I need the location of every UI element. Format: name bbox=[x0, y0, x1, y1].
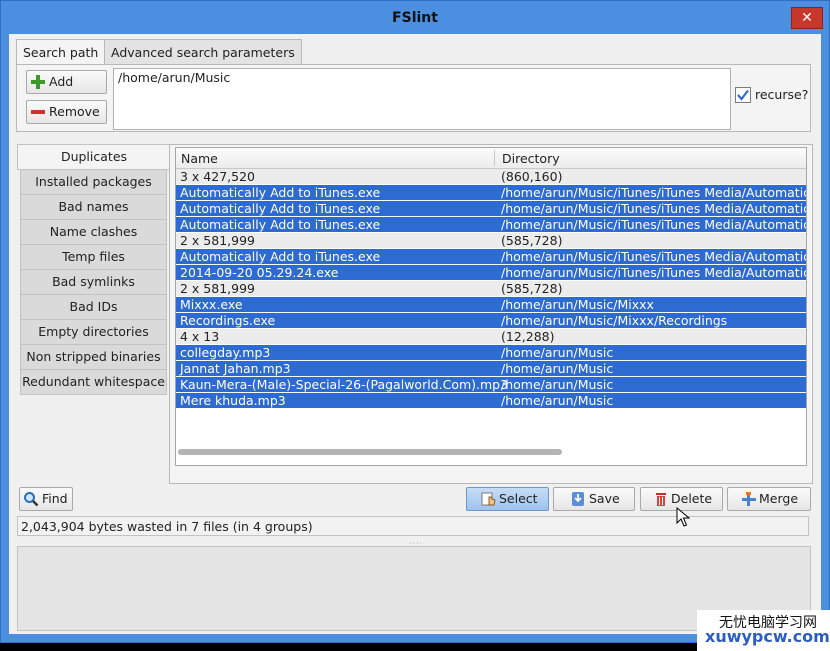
remove-button[interactable]: Remove bbox=[26, 100, 107, 124]
table-row[interactable]: Automatically Add to iTunes.exe/home/aru… bbox=[176, 217, 806, 232]
row-directory: /home/arun/Music/iTunes/iTunes Media/Aut… bbox=[501, 249, 806, 264]
mouse-pointer-icon bbox=[676, 507, 690, 527]
row-name: Automatically Add to iTunes.exe bbox=[180, 185, 381, 200]
fslint-window: FSlint ✕ Search path Advanced search par… bbox=[0, 0, 830, 643]
side-tab-bad-ids[interactable]: Bad IDs bbox=[20, 294, 167, 320]
row-directory: (585,728) bbox=[501, 281, 563, 296]
row-name: collegday.mp3 bbox=[180, 345, 271, 360]
row-name: Recordings.exe bbox=[180, 313, 276, 328]
horizontal-scrollbar[interactable] bbox=[178, 449, 562, 455]
side-tab-name-clashes[interactable]: Name clashes bbox=[20, 219, 167, 245]
row-directory: /home/arun/Music bbox=[501, 393, 614, 408]
recurse-label: recurse? bbox=[755, 87, 809, 102]
row-directory: (12,288) bbox=[501, 329, 555, 344]
row-directory: (860,160) bbox=[501, 169, 563, 184]
table-row[interactable]: Automatically Add to iTunes.exe/home/aru… bbox=[176, 201, 806, 216]
row-directory: (585,728) bbox=[501, 233, 563, 248]
add-button[interactable]: Add bbox=[26, 70, 107, 94]
log-area[interactable] bbox=[17, 546, 811, 631]
trash-icon bbox=[656, 493, 666, 506]
save-button[interactable]: Save bbox=[553, 487, 635, 511]
table-row[interactable]: Mere khuda.mp3/home/arun/Music bbox=[176, 393, 806, 408]
row-directory: /home/arun/Music/Mixxx bbox=[501, 297, 654, 312]
row-name: Automatically Add to iTunes.exe bbox=[180, 201, 381, 216]
merge-button[interactable]: Merge bbox=[727, 487, 811, 511]
select-button[interactable]: Select bbox=[466, 487, 549, 511]
group-header-row[interactable]: 3 x 427,520 (860,160) bbox=[176, 169, 806, 184]
group-header-row[interactable]: 4 x 13 (12,288) bbox=[176, 329, 806, 344]
tab-advanced-search[interactable]: Advanced search parameters bbox=[104, 39, 302, 66]
list-header: Name Directory bbox=[176, 148, 806, 169]
row-directory: /home/arun/Music bbox=[501, 345, 614, 360]
find-button[interactable]: Find bbox=[19, 487, 73, 511]
save-download-icon bbox=[572, 492, 584, 506]
side-tab-empty-directories[interactable]: Empty directories bbox=[20, 319, 167, 345]
row-name: Mere khuda.mp3 bbox=[180, 393, 286, 408]
row-directory: /home/arun/Music/iTunes/iTunes Media/Aut… bbox=[501, 185, 806, 200]
table-row[interactable]: Jannat Jahan.mp3/home/arun/Music bbox=[176, 361, 806, 376]
remove-button-label: Remove bbox=[49, 104, 100, 119]
search-path-panel: Add Remove /home/arun/Music recurse? bbox=[16, 64, 811, 132]
column-header-name[interactable]: Name bbox=[181, 151, 218, 166]
watermark: 无忧电脑学习网 xuwypcw.com bbox=[697, 610, 830, 651]
row-name: 2 x 581,999 bbox=[180, 281, 255, 296]
title-bar[interactable]: FSlint ✕ bbox=[1, 1, 829, 35]
watermark-line2: xuwypcw.com bbox=[705, 627, 830, 646]
row-directory: /home/arun/Music/iTunes/iTunes Media/Aut… bbox=[501, 265, 806, 280]
window-client: Search path Advanced search parameters A… bbox=[9, 34, 821, 634]
row-name: Mixxx.exe bbox=[180, 297, 243, 312]
row-name: Kaun-Mera-(Male)-Special-26-(Pagalworld.… bbox=[180, 377, 509, 392]
side-tab-redundant-whitespace[interactable]: Redundant whitespace bbox=[20, 369, 167, 395]
row-name: Jannat Jahan.mp3 bbox=[180, 361, 291, 376]
plus-icon bbox=[31, 75, 45, 89]
column-header-directory[interactable]: Directory bbox=[502, 151, 560, 166]
side-tab-bad-symlinks[interactable]: Bad symlinks bbox=[20, 269, 167, 295]
side-tab-installed-packages[interactable]: Installed packages bbox=[20, 169, 167, 195]
row-directory: /home/arun/Music/Mixxx/Recordings bbox=[501, 313, 728, 328]
table-row[interactable]: Automatically Add to iTunes.exe/home/aru… bbox=[176, 249, 806, 264]
row-name: 2 x 581,999 bbox=[180, 233, 255, 248]
group-header-row[interactable]: 2 x 581,999 (585,728) bbox=[176, 281, 806, 296]
side-tab-non-stripped-binaries[interactable]: Non stripped binaries bbox=[20, 344, 167, 370]
row-name: 3 x 427,520 bbox=[180, 169, 255, 184]
row-directory: /home/arun/Music/iTunes/iTunes Media/Aut… bbox=[501, 217, 806, 232]
results-list[interactable]: Name Directory 3 x 427,520 (860,160) Autom… bbox=[175, 147, 807, 466]
column-separator[interactable] bbox=[494, 150, 495, 166]
close-button[interactable]: ✕ bbox=[791, 7, 823, 29]
side-tab-bad-names[interactable]: Bad names bbox=[20, 194, 167, 220]
add-button-label: Add bbox=[49, 74, 74, 89]
row-directory: /home/arun/Music bbox=[501, 361, 614, 376]
checkmark-icon bbox=[737, 89, 749, 101]
table-row[interactable]: Kaun-Mera-(Male)-Special-26-(Pagalworld.… bbox=[176, 377, 806, 392]
table-row[interactable]: Automatically Add to iTunes.exe/home/aru… bbox=[176, 185, 806, 200]
tab-search-path[interactable]: Search path bbox=[16, 39, 106, 67]
table-row[interactable]: Recordings.exe/home/arun/Music/Mixxx/Rec… bbox=[176, 313, 806, 328]
merge-icon bbox=[742, 492, 756, 506]
row-directory: /home/arun/Music/iTunes/iTunes Media/Aut… bbox=[501, 201, 806, 216]
minus-icon bbox=[31, 110, 45, 114]
status-bar: 2,043,904 bytes wasted in 7 files (in 4 … bbox=[17, 516, 809, 536]
table-row[interactable]: Mixxx.exe/home/arun/Music/Mixxx bbox=[176, 297, 806, 312]
recurse-checkbox[interactable] bbox=[735, 87, 751, 103]
save-button-label: Save bbox=[589, 491, 620, 506]
duplicates-panel: Name Directory 3 x 427,520 (860,160) Autom… bbox=[169, 144, 813, 484]
row-name: 4 x 13 bbox=[180, 329, 220, 344]
find-button-label: Find bbox=[42, 491, 68, 506]
select-hand-icon bbox=[481, 492, 496, 506]
merge-button-label: Merge bbox=[759, 491, 799, 506]
table-row[interactable]: collegday.mp3/home/arun/Music bbox=[176, 345, 806, 360]
select-button-label: Select bbox=[499, 491, 538, 506]
search-path-list[interactable]: /home/arun/Music bbox=[113, 68, 731, 130]
row-name: 2014-09-20 05.29.24.exe bbox=[180, 265, 339, 280]
search-path-item[interactable]: /home/arun/Music bbox=[118, 70, 230, 85]
side-tab-duplicates[interactable]: Duplicates bbox=[17, 144, 171, 170]
side-tab-temp-files[interactable]: Temp files bbox=[20, 244, 167, 270]
row-name: Automatically Add to iTunes.exe bbox=[180, 217, 381, 232]
magnifier-icon bbox=[24, 492, 39, 507]
group-header-row[interactable]: 2 x 581,999 (585,728) bbox=[176, 233, 806, 248]
window-title: FSlint bbox=[392, 10, 438, 26]
table-row[interactable]: 2014-09-20 05.29.24.exe/home/arun/Music/… bbox=[176, 265, 806, 280]
row-directory: /home/arun/Music bbox=[501, 377, 614, 392]
row-name: Automatically Add to iTunes.exe bbox=[180, 249, 381, 264]
